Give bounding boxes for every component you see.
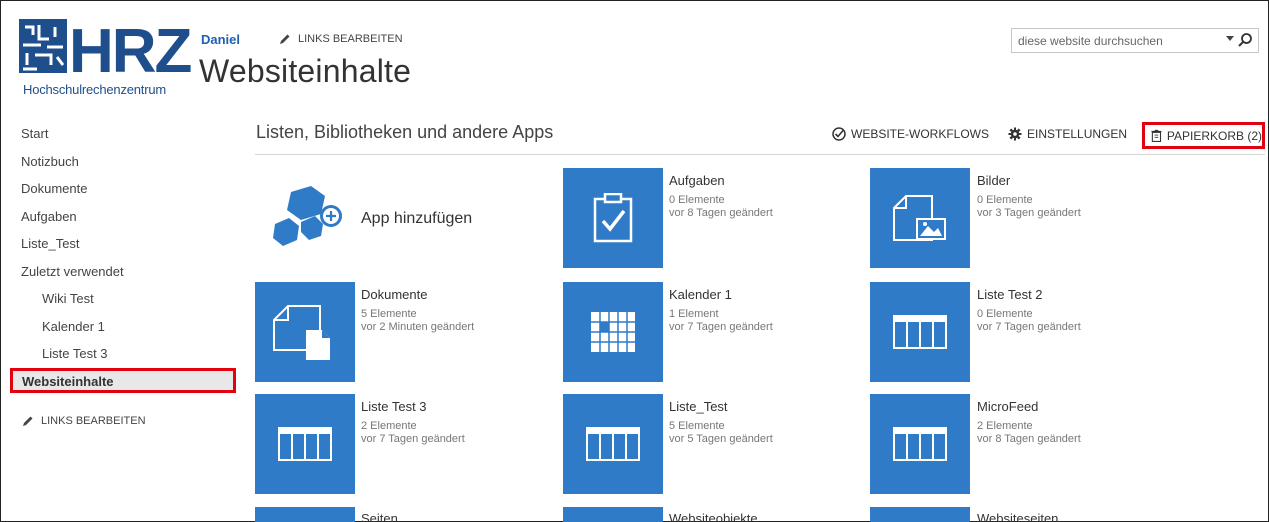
app-tile-microfeed[interactable] — [870, 394, 970, 494]
page-title: Websiteinhalte — [199, 53, 412, 89]
list-icon — [586, 427, 640, 461]
app-name-kalender-1[interactable]: Kalender 1 — [669, 287, 732, 302]
app-count-aufgaben: 0 Elemente — [669, 194, 725, 206]
app-tile-dokumente[interactable] — [255, 282, 355, 382]
tasks-icon — [593, 193, 633, 243]
app-modified-liste-test-2: vor 7 Tagen geändert — [977, 321, 1081, 333]
app-tile-kalender-1[interactable] — [563, 282, 663, 382]
app-modified-dokumente: vor 2 Minuten geändert — [361, 321, 475, 333]
app-tile-liste-test-3[interactable] — [255, 394, 355, 494]
hrz-logo[interactable]: HRZ Hochschulrechenzentrum — [19, 19, 191, 101]
website-workflows-label: WEBSITE-WORKFLOWS — [851, 127, 989, 141]
nav-item-dokumente[interactable]: Dokumente — [21, 180, 124, 208]
app-name-aufgaben[interactable]: Aufgaben — [669, 173, 725, 188]
app-tile-liste-test[interactable] — [563, 394, 663, 494]
app-name-bilder[interactable]: Bilder — [977, 173, 1010, 188]
app-modified-liste-test-3: vor 7 Tagen geändert — [361, 433, 465, 445]
recycle-bin-button[interactable]: PAPIERKORB (2) — [1142, 122, 1265, 149]
app-name-websiteseiten[interactable]: Websiteseiten — [977, 511, 1058, 522]
app-name-microfeed[interactable]: MicroFeed — [977, 399, 1038, 414]
quick-launch-nav: Start Notizbuch Dokumente Aufgaben Liste… — [21, 125, 124, 373]
nav-current-label: Websiteinhalte — [22, 374, 114, 389]
nav-item-start[interactable]: Start — [21, 125, 124, 153]
app-modified-bilder: vor 3 Tagen geändert — [977, 207, 1081, 219]
workflow-check-icon — [832, 127, 846, 141]
app-modified-microfeed: vor 8 Tagen geändert — [977, 433, 1081, 445]
app-modified-aufgaben: vor 8 Tagen geändert — [669, 207, 773, 219]
pencil-icon — [23, 416, 33, 426]
app-count-bilder: 0 Elemente — [977, 194, 1033, 206]
app-name-websiteobjekte[interactable]: Websiteobjekte — [669, 511, 758, 522]
search-scope-dropdown-icon[interactable] — [1226, 36, 1234, 41]
search-icon[interactable] — [1237, 32, 1253, 48]
nav-item-wiki-test[interactable]: Wiki Test — [21, 290, 124, 318]
app-modified-liste-test: vor 5 Tagen geändert — [669, 433, 773, 445]
app-tile-websiteseiten[interactable] — [870, 507, 970, 522]
calendar-icon — [591, 312, 635, 352]
edit-links-side-label: LINKS BEARBEITEN — [41, 415, 146, 427]
nav-item-aufgaben[interactable]: Aufgaben — [21, 208, 124, 236]
app-count-liste-test: 5 Elemente — [669, 420, 725, 432]
app-name-seiten[interactable]: Seiten — [361, 511, 398, 522]
hrz-logo-graphic: HRZ — [19, 19, 191, 81]
app-name-liste-test-3[interactable]: Liste Test 3 — [361, 399, 427, 414]
app-tile-seiten[interactable] — [255, 507, 355, 522]
app-count-liste-test-3: 2 Elemente — [361, 420, 417, 432]
edit-links-top-button[interactable]: LINKS BEARBEITEN — [279, 33, 403, 45]
edit-links-top-label: LINKS BEARBEITEN — [298, 33, 403, 45]
settings-button[interactable]: EINSTELLUNGEN — [1008, 127, 1127, 141]
add-app-icon — [273, 186, 342, 246]
app-modified-kalender-1: vor 7 Tagen geändert — [669, 321, 773, 333]
app-count-dokumente: 5 Elemente — [361, 308, 417, 320]
app-name-liste-test[interactable]: Liste_Test — [669, 399, 728, 414]
recycle-bin-label: PAPIERKORB (2) — [1166, 128, 1262, 143]
settings-label: EINSTELLUNGEN — [1027, 127, 1128, 141]
app-count-liste-test-2: 0 Elemente — [977, 308, 1033, 320]
nav-item-notizbuch[interactable]: Notizbuch — [21, 153, 124, 181]
recycle-bin-icon — [1151, 129, 1162, 142]
gear-icon — [1008, 127, 1022, 141]
nav-item-websiteinhalte[interactable]: Websiteinhalte — [10, 368, 236, 393]
app-name-liste-test-2[interactable]: Liste Test 2 — [977, 287, 1043, 302]
app-tile-bilder[interactable] — [870, 168, 970, 268]
picture-library-icon — [893, 195, 946, 241]
search-box[interactable] — [1011, 28, 1259, 53]
add-app-label: App hinzufügen — [361, 210, 473, 227]
edit-links-side-button[interactable]: LINKS BEARBEITEN — [22, 415, 146, 427]
app-tile-liste-test-2[interactable] — [870, 282, 970, 382]
section-title: Listen, Bibliotheken und andere Apps — [256, 122, 554, 142]
search-input[interactable] — [1012, 33, 1212, 48]
app-name-dokumente[interactable]: Dokumente — [361, 287, 427, 302]
nav-item-kalender-1[interactable]: Kalender 1 — [21, 318, 124, 346]
section-divider — [255, 154, 1265, 155]
list-icon — [893, 315, 947, 349]
list-icon — [278, 427, 332, 461]
app-tile-websiteobjekte[interactable] — [563, 507, 663, 522]
app-count-kalender-1: 1 Element — [669, 308, 719, 320]
app-count-microfeed: 2 Elemente — [977, 420, 1033, 432]
website-workflows-button[interactable]: WEBSITE-WORKFLOWS — [832, 127, 989, 141]
document-library-icon — [273, 305, 330, 360]
logo-subtitle: Hochschulrechenzentrum — [23, 82, 167, 97]
nav-item-zuletzt-verwendet[interactable]: Zuletzt verwendet — [21, 263, 124, 291]
user-name-link[interactable]: Daniel — [201, 32, 240, 47]
svg-text:HRZ: HRZ — [69, 19, 191, 81]
pencil-icon — [280, 34, 290, 44]
nav-item-liste-test[interactable]: Liste_Test — [21, 235, 124, 263]
app-tile-aufgaben[interactable] — [563, 168, 663, 268]
list-icon — [893, 427, 947, 461]
